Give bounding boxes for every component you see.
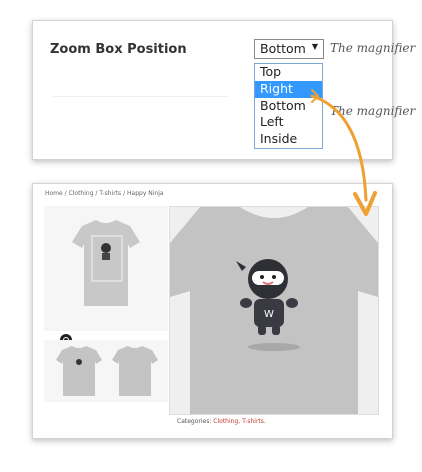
arrow-icon [310, 89, 377, 216]
